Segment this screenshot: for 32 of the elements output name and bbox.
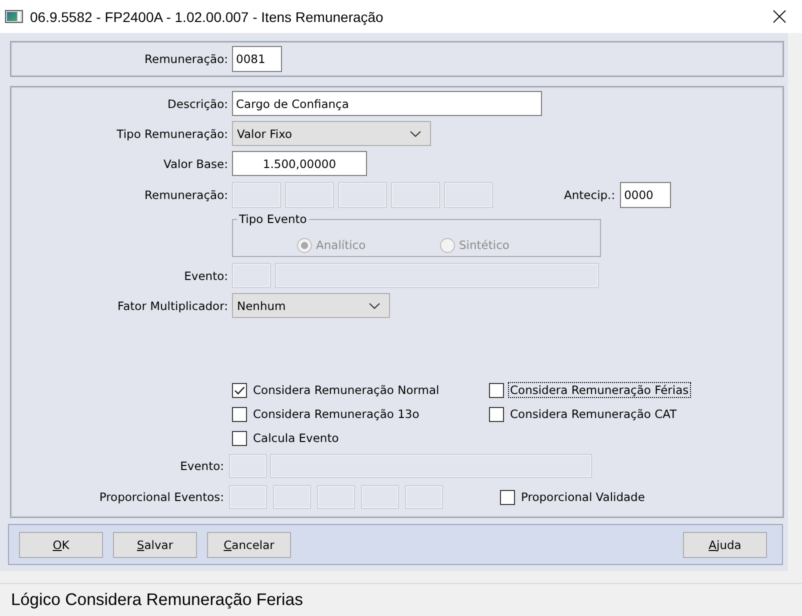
window-title: 06.9.5582 - FP2400A - 1.02.00.007 - Itens Remuneração [30, 8, 384, 24]
field-label: Evento: [179, 459, 224, 473]
text-field[interactable]: Cargo de Confiança [232, 91, 542, 116]
help-button[interactable]: Ajuda [683, 532, 767, 558]
group-box-title: Tipo Evento [238, 212, 308, 226]
checkbox[interactable]: Proporcional Validade [500, 489, 647, 505]
dialog-button[interactable]: Cancelar [207, 532, 291, 558]
dialog-button[interactable]: OK [19, 532, 103, 558]
dropdown[interactable]: Nenhum [232, 293, 390, 318]
field-label: Descrição: [166, 96, 228, 110]
app-icon [5, 10, 23, 23]
dialog-button[interactable]: Salvar [113, 532, 197, 558]
field-label: Evento: [183, 268, 228, 282]
text-field[interactable]: 0000 [620, 182, 672, 208]
close-icon[interactable] [773, 10, 786, 23]
chevron-down-icon [410, 130, 421, 136]
field-label: Remuneração: [144, 52, 228, 66]
chevron-down-icon [369, 302, 380, 308]
text-field[interactable]: 0081 [232, 46, 282, 72]
checkbox[interactable]: Considera Remuneração CAT [489, 402, 679, 426]
field-label: Valor Base: [162, 156, 228, 170]
field-label: Proporcional Eventos: [98, 490, 224, 504]
text-field[interactable]: 1.500,00000 [232, 151, 367, 176]
status-text: Lógico Considera Remuneração Ferias [11, 590, 303, 610]
field-label: Fator Multiplicador: [116, 298, 228, 312]
field-label: Antecip.: [564, 188, 616, 202]
field-label: Remuneração: [144, 188, 228, 202]
checkbox[interactable]: Considera Remuneração Normal [232, 378, 442, 402]
checkbox[interactable]: Considera Remuneração 13o [232, 402, 422, 426]
dropdown[interactable]: Valor Fixo [232, 121, 431, 146]
field-label: Tipo Remuneração: [116, 126, 228, 140]
checkbox[interactable]: Calcula Evento [232, 426, 341, 450]
